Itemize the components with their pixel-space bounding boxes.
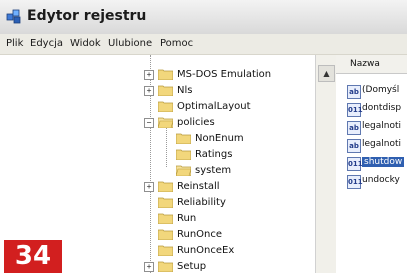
column-header-label: Nazwa xyxy=(350,59,380,69)
tree-item-label: Reliability xyxy=(177,197,226,208)
menu-widok[interactable]: Widok xyxy=(70,38,101,49)
tree-item-system[interactable]: system xyxy=(0,163,300,179)
folder-icon xyxy=(176,133,191,144)
menu-edycja[interactable]: Edycja xyxy=(30,38,63,49)
expand-icon[interactable]: + xyxy=(144,70,154,80)
value-row[interactable]: 011 undocky xyxy=(347,173,407,189)
tree-item-label: Reinstall xyxy=(177,181,220,192)
tree-scrollbar[interactable]: ▲ xyxy=(315,55,336,273)
folder-icon xyxy=(158,197,173,208)
column-header-name[interactable]: Nazwa xyxy=(336,55,407,74)
dword-value-icon: 011 xyxy=(347,175,363,189)
tree-item-label: system xyxy=(195,165,232,176)
value-name: (Domyśl xyxy=(362,85,400,95)
folder-icon xyxy=(158,101,173,112)
menu-bar: Plik Edycja Widok Ulubione Pomoc xyxy=(0,34,407,55)
menu-plik[interactable]: Plik xyxy=(6,38,23,49)
dword-value-icon: 011 xyxy=(347,103,363,117)
tree-item-label: MS-DOS Emulation xyxy=(177,69,272,80)
expand-icon[interactable]: + xyxy=(144,262,154,272)
tree-item-label: Ratings xyxy=(195,149,233,160)
string-value-icon: ab xyxy=(347,121,361,135)
tree-item-ratings[interactable]: Ratings xyxy=(0,147,300,163)
tree-item-nls[interactable]: + Nls xyxy=(0,83,300,99)
folder-icon xyxy=(158,245,173,256)
value-name: legalnoti xyxy=(362,139,402,149)
folder-icon xyxy=(158,181,173,192)
value-name: legalnoti xyxy=(362,121,402,131)
folder-icon xyxy=(158,261,173,272)
tree-item-reliability[interactable]: Reliability xyxy=(0,195,300,211)
tree-item-label: NonEnum xyxy=(195,133,244,144)
value-name: undocky xyxy=(362,175,400,185)
value-row[interactable]: ab legalnoti xyxy=(347,119,407,135)
value-name: shutdow xyxy=(362,157,405,167)
window-title: Edytor rejestru xyxy=(27,8,147,24)
tree-item-label: RunOnce xyxy=(177,229,223,240)
tree-item-optimallayout[interactable]: OptimalLayout xyxy=(0,99,300,115)
values-panel[interactable]: Nazwa ab (Domyśl 011 dontdisp ab legalno… xyxy=(336,55,407,273)
expand-icon[interactable]: + xyxy=(144,182,154,192)
page-number-badge: 34 xyxy=(4,240,62,273)
value-name: dontdisp xyxy=(362,103,402,113)
expand-icon[interactable]: + xyxy=(144,86,154,96)
value-row[interactable]: 011 dontdisp xyxy=(347,101,407,117)
menu-pomoc[interactable]: Pomoc xyxy=(160,38,193,49)
folder-icon xyxy=(158,229,173,240)
tree-item-label: Run xyxy=(177,213,197,224)
value-row[interactable]: ab (Domyśl xyxy=(347,83,407,99)
string-value-icon: ab xyxy=(347,85,361,99)
registry-editor-window: Edytor rejestru Plik Edycja Widok Ulubio… xyxy=(0,0,407,273)
open-folder-icon xyxy=(158,117,173,128)
title-bar[interactable]: Edytor rejestru xyxy=(0,0,407,35)
value-row[interactable]: ab legalnoti xyxy=(347,137,407,153)
value-row-selected[interactable]: 011 shutdow xyxy=(347,155,407,171)
registry-icon xyxy=(6,9,21,24)
tree-item-nonenum[interactable]: NonEnum xyxy=(0,131,300,147)
string-value-icon: ab xyxy=(347,139,361,153)
dword-value-icon: 011 xyxy=(347,157,363,171)
tree-item-ms-dos-emulation[interactable]: + MS-DOS Emulation xyxy=(0,67,300,83)
tree-item-label: Setup xyxy=(177,261,207,272)
folder-icon xyxy=(158,69,173,80)
folder-icon xyxy=(158,213,173,224)
open-folder-icon xyxy=(176,165,191,176)
tree-item-run[interactable]: Run xyxy=(0,211,300,227)
menu-ulubione[interactable]: Ulubione xyxy=(108,38,152,49)
folder-icon xyxy=(158,85,173,96)
scroll-up-button[interactable]: ▲ xyxy=(318,65,335,82)
tree-item-label: policies xyxy=(177,117,215,128)
tree-item-policies[interactable]: − policies xyxy=(0,115,300,131)
collapse-icon[interactable]: − xyxy=(144,118,154,128)
tree-item-label: RunOnceEx xyxy=(177,245,235,256)
folder-icon xyxy=(176,149,191,160)
tree-item-reinstall[interactable]: + Reinstall xyxy=(0,179,300,195)
tree-item-label: OptimalLayout xyxy=(177,101,251,112)
tree-item-label: Nls xyxy=(177,85,193,96)
